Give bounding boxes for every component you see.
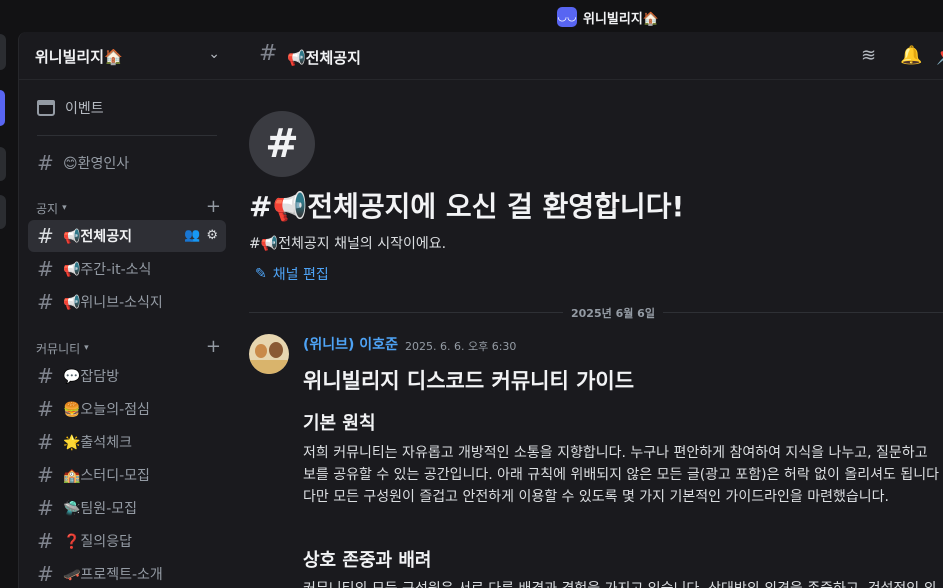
message-section-title: 기본 원칙 <box>303 413 376 434</box>
message-paragraph-line: 다만 모든 구성원이 즐겁고 안전하게 이용할 수 있도록 몇 가지 기본적인 … <box>303 489 889 505</box>
category-name: 공지 <box>36 201 59 216</box>
channel-item[interactable]: # 💬잡담방 <box>28 360 226 392</box>
add-channel-icon[interactable]: + <box>206 336 221 357</box>
date-label: 2025년 6월 6일 <box>563 305 663 321</box>
invite-icon[interactable]: 👥 <box>184 228 200 243</box>
channel-name: 📢전체공지 <box>63 229 132 245</box>
events-label: 이벤트 <box>65 101 104 117</box>
divider <box>37 135 217 136</box>
channel-header: # 📢전체공지 ≋ 🔔 📌 <box>233 32 943 80</box>
message-paragraph-line: 저희 커뮤니티는 자유롭고 개방적인 소통을 지향합니다. 누구나 편안하게 참… <box>303 445 928 461</box>
gear-icon[interactable]: ⚙ <box>206 228 218 243</box>
server-rail <box>0 32 18 588</box>
channel-name: ❓질의응답 <box>63 534 132 550</box>
channel-name: 🏫스터디-모집 <box>63 468 150 484</box>
message-paragraph-line: 보를 공유할 수 있는 공간입니다. 아래 규칙에 위배되지 않은 모든 글(광… <box>303 467 939 483</box>
pencil-icon: ✎ <box>255 266 267 282</box>
edit-channel-label: 채널 편집 <box>272 267 329 283</box>
guild-name: 위니빌리지🏠 <box>35 48 123 66</box>
channel-name: 📢위니브-소식지 <box>63 295 163 311</box>
channel-sidebar: 위니빌리지🏠 ⌄ 이벤트 # 😊환영인사 공지 ▾ + # 📢전체공지 👥 ⚙ … <box>18 32 234 588</box>
message-timestamp: 2025. 6. 6. 오후 6:30 <box>405 340 517 353</box>
channel-name: 🛹프로젝트-소개 <box>63 567 163 583</box>
guild-header[interactable]: 위니빌리지🏠 ⌄ <box>19 32 234 80</box>
channel-name: 🍔오늘의-점심 <box>63 402 150 418</box>
window-title: 위니빌리지🏠 <box>583 12 659 27</box>
hash-icon: # <box>37 224 54 248</box>
welcome-title: #📢전체공지에 오신 걸 환영합니다! <box>249 190 685 223</box>
channel-item[interactable]: # ❓질의응답 <box>28 525 226 557</box>
chevron-down-icon[interactable]: ⌄ <box>208 46 220 62</box>
channel-name: 💬잡담방 <box>63 369 120 385</box>
hash-icon: # <box>37 430 54 454</box>
hash-icon: # <box>259 41 278 66</box>
channel-item-active[interactable]: # 📢전체공지 👥 ⚙ <box>28 220 226 252</box>
hash-icon: # <box>37 529 54 553</box>
pin-icon[interactable]: 📌 <box>936 45 943 66</box>
message-section-title: 상호 존중과 배려 <box>303 550 432 571</box>
calendar-icon <box>37 100 55 116</box>
channel-item[interactable]: # 🏫스터디-모집 <box>28 459 226 491</box>
channel-tools: 👥 ⚙ <box>184 228 218 243</box>
message-paragraph-line: 커뮤니티의 모든 구성원은 서로 다른 배경과 경험을 가지고 있습니다. 상대… <box>303 578 936 588</box>
hash-icon: # <box>37 397 54 421</box>
hash-icon: # <box>37 562 54 586</box>
channel-item[interactable]: # 📢위니브-소식지 <box>28 286 226 318</box>
channel-name: 🛸팀원-모집 <box>63 501 138 517</box>
chat-area: # 📢전체공지 ≋ 🔔 📌 # #📢전체공지에 오신 걸 환영합니다! #📢전체… <box>233 32 943 588</box>
channel-item[interactable]: # 🌟출석체크 <box>28 426 226 458</box>
channel-item[interactable]: # 😊환영인사 <box>28 147 226 179</box>
message-heading: 위니빌리지 디스코드 커뮤니티 가이드 <box>303 369 635 393</box>
avatar[interactable] <box>249 334 289 374</box>
add-channel-icon[interactable]: + <box>206 196 221 217</box>
edit-channel-link[interactable]: ✎ 채널 편집 <box>255 264 329 284</box>
chevron-down-icon: ▾ <box>62 203 67 213</box>
hash-icon: # <box>37 496 54 520</box>
category-header[interactable]: 커뮤니티 ▾ + <box>36 336 221 358</box>
hash-icon: # <box>37 290 54 314</box>
hash-icon: # <box>37 463 54 487</box>
server-selected-indicator[interactable] <box>0 90 5 126</box>
server-icon[interactable] <box>0 34 6 70</box>
channel-item[interactable]: # 🍔오늘의-점심 <box>28 393 226 425</box>
category-header[interactable]: 공지 ▾ + <box>36 196 221 218</box>
channel-name: 📢주간-it-소식 <box>63 262 152 278</box>
server-icon[interactable] <box>0 147 6 181</box>
hash-icon: # <box>37 257 54 281</box>
hash-icon: # <box>37 364 54 388</box>
channel-title: 📢전체공지 <box>287 49 361 67</box>
discord-icon: ◡◡ <box>557 7 577 27</box>
channel-hash-icon: # <box>249 111 315 177</box>
channel-item[interactable]: # 📢주간-it-소식 <box>28 253 226 285</box>
chevron-down-icon: ▾ <box>84 343 89 353</box>
bell-icon[interactable]: 🔔 <box>900 45 922 66</box>
channel-name: 😊환영인사 <box>63 156 130 172</box>
channel-item[interactable]: # 🛸팀원-모집 <box>28 492 226 524</box>
server-icon[interactable] <box>0 195 6 229</box>
channel-item[interactable]: # 🛹프로젝트-소개 <box>28 558 226 588</box>
events-nav-item[interactable]: 이벤트 <box>29 92 224 124</box>
hash-icon: # <box>37 151 54 175</box>
channel-name: 🌟출석체크 <box>63 435 132 451</box>
category-name: 커뮤니티 <box>36 341 81 356</box>
title-bar: ◡◡ 위니빌리지🏠 <box>0 0 943 32</box>
threads-icon[interactable]: ≋ <box>861 45 876 66</box>
welcome-subtitle: #📢전체공지 채널의 시작이에요. <box>249 236 447 252</box>
message-author[interactable]: (위니브) 이호준 <box>303 334 398 354</box>
